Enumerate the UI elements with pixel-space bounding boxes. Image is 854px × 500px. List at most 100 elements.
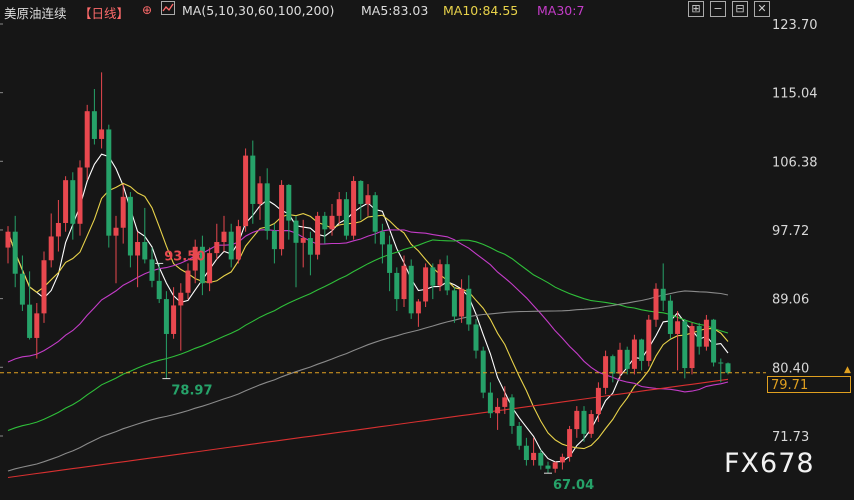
candle <box>459 279 465 323</box>
candle <box>430 263 436 300</box>
y-tick-label: 106.38 <box>772 155 818 170</box>
candle <box>55 199 61 252</box>
candle <box>228 223 234 268</box>
candle <box>279 180 285 256</box>
y-tick-label: 97.72 <box>772 224 809 239</box>
candle <box>271 223 277 264</box>
crosshair-circle-icon[interactable]: ⊕ <box>142 3 152 17</box>
expand-icon[interactable]: ⊞ <box>688 1 704 17</box>
candle <box>171 287 177 339</box>
candle <box>77 160 83 236</box>
candle <box>401 255 407 308</box>
candle <box>243 148 249 232</box>
candle <box>639 338 645 371</box>
current-price-tag: 79.71 <box>767 376 851 393</box>
candle <box>682 318 688 379</box>
candle <box>451 287 457 323</box>
candle <box>394 267 400 311</box>
candle <box>487 382 493 419</box>
period-label[interactable]: 【日线】 <box>79 3 129 22</box>
y-tick-label: 115.04 <box>772 87 818 102</box>
y-tick-label: 80.40 <box>772 361 809 376</box>
restore-icon[interactable]: ⊟ <box>732 1 748 17</box>
candle <box>214 223 220 260</box>
candle <box>444 255 450 296</box>
candle <box>91 89 97 145</box>
watermark: FX678 <box>724 448 815 479</box>
candle <box>235 219 241 264</box>
ma10-value: MA10:84.55 <box>443 3 519 18</box>
ma100-line <box>7 290 729 472</box>
candle <box>113 215 119 284</box>
candle <box>365 184 371 216</box>
candle <box>567 425 573 462</box>
candle <box>207 247 213 292</box>
candle <box>185 263 191 300</box>
candle <box>408 259 414 319</box>
candle <box>509 394 515 434</box>
candle <box>689 322 695 375</box>
close-icon[interactable]: ✕ <box>754 1 770 17</box>
candle <box>250 140 256 224</box>
ma30-value: MA30:7 <box>537 3 585 18</box>
candle <box>127 192 133 268</box>
candle <box>387 235 393 292</box>
kline-icon[interactable] <box>161 1 175 18</box>
candle <box>595 382 601 422</box>
candle <box>552 461 558 473</box>
candle <box>336 192 342 224</box>
candle <box>343 192 349 240</box>
candlestick-chart[interactable]: 123.70115.04106.3897.7289.0680.4071.73 7… <box>0 0 854 500</box>
candle <box>646 314 652 367</box>
candle <box>653 283 659 327</box>
candle <box>574 406 580 438</box>
candle <box>41 251 47 323</box>
minimize-icon[interactable]: − <box>710 1 726 17</box>
candle <box>329 203 335 236</box>
candle <box>588 410 594 438</box>
candles <box>5 72 731 474</box>
candle <box>372 192 378 244</box>
candle <box>675 310 681 371</box>
candle <box>293 215 299 288</box>
candle <box>63 176 69 232</box>
candle <box>199 235 205 296</box>
ma-parameters: MA(5,10,30,60,100,200) <box>182 3 335 18</box>
candle <box>19 255 25 311</box>
ma5-value: MA5:83.03 <box>361 3 429 18</box>
candle <box>531 437 537 466</box>
candle <box>264 168 270 240</box>
candle <box>423 263 429 308</box>
candle <box>703 314 709 351</box>
y-tick-label: 71.73 <box>772 430 809 445</box>
candle <box>163 291 169 379</box>
candle <box>495 398 501 430</box>
candle <box>660 263 666 311</box>
candle <box>523 437 529 466</box>
candle <box>466 275 472 331</box>
candle <box>12 215 18 288</box>
candle <box>696 322 702 355</box>
candle <box>473 318 479 359</box>
candle <box>631 334 637 375</box>
chart-header: 美原油连续 【日线】 ⊕ MA(5,10,30,60,100,200) MA5:… <box>0 0 854 22</box>
candle <box>106 124 112 248</box>
candle <box>257 176 263 220</box>
candle <box>84 104 90 181</box>
candle <box>322 211 328 244</box>
high-label: 93.50 <box>164 249 205 264</box>
candle <box>545 461 551 474</box>
candle <box>178 283 184 351</box>
candle <box>667 295 673 339</box>
low-label: 78.97 <box>171 384 212 399</box>
candle <box>415 299 421 327</box>
ma200-line <box>7 378 729 479</box>
price-arrow-icon: ▲ <box>844 365 851 375</box>
candle <box>711 318 717 367</box>
instrument-name[interactable]: 美原油连续 <box>4 3 67 22</box>
candle <box>351 176 357 240</box>
candle <box>5 226 11 264</box>
candle <box>221 215 227 252</box>
candle <box>559 453 565 470</box>
candle <box>358 180 364 220</box>
